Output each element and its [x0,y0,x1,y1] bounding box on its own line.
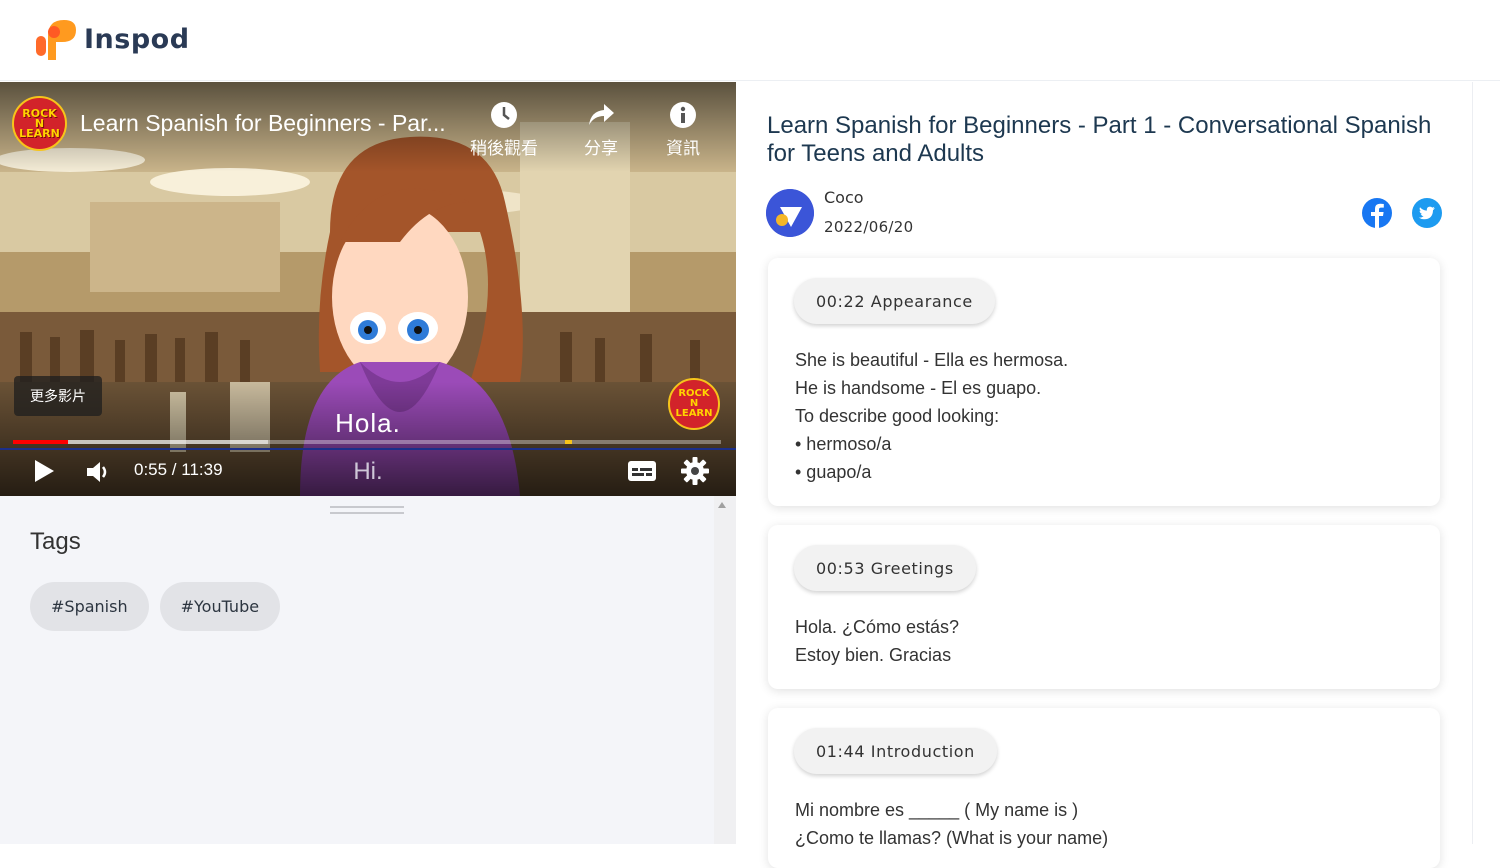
note-card: 00:53 Greetings Hola. ¿Cómo estás? Estoy… [768,525,1440,689]
tags-heading: Tags [30,528,81,555]
top-header: Inspod [0,0,1500,81]
author-name[interactable]: Coco [824,188,864,207]
note-card: 01:44 Introduction Mi nombre es _____ ( … [768,708,1440,868]
progress-chapter-marker [565,440,573,444]
video-panel: ROCK N LEARN Learn Spanish for Beginners… [0,82,736,844]
volume-icon[interactable] [84,458,112,486]
note-line: Mi nombre es _____ ( My name is ) [795,800,1079,820]
watch-later-button[interactable]: 稍後觀看 [470,100,538,159]
note-line: He is handsome - El es guapo. [795,378,1042,398]
share-label: 分享 [584,139,618,159]
watch-later-label: 稍後觀看 [470,139,538,159]
twitter-icon[interactable] [1411,197,1443,229]
note-card: 00:22 Appearance She is beautiful - Ella… [768,258,1440,506]
drag-handle[interactable] [330,506,404,514]
timestamp-chip[interactable]: 01:44 Introduction [794,728,997,774]
subtitles-icon[interactable] [626,458,658,484]
tag-chip[interactable]: #Spanish [30,582,149,631]
video-time: 0:55 / 11:39 [134,460,223,479]
note-text: Hola. ¿Cómo estás? Estoy bien. Gracias [795,613,959,669]
author-avatar[interactable] [766,189,814,237]
info-icon [670,102,696,128]
channel-logo[interactable]: ROCK N LEARN [12,96,67,151]
progress-played [13,440,69,444]
subtitle-spanish: Hola. [335,408,401,438]
brand-name: Inspod [84,23,190,55]
brand-logo[interactable]: Inspod [34,16,190,62]
right-scroll-edge [1472,82,1473,844]
left-scrollbar[interactable] [714,496,736,844]
timestamp-chip[interactable]: 00:22 Appearance [794,278,995,324]
video-player[interactable]: ROCK N LEARN Learn Spanish for Beginners… [0,82,736,496]
player-divider [0,448,736,450]
progress-bar[interactable] [13,440,721,444]
tag-chip[interactable]: #YouTube [159,582,281,631]
tags-list: #Spanish #YouTube [30,582,281,631]
scroll-up-arrow-icon[interactable] [718,502,726,508]
post-title: Learn Spanish for Beginners - Part 1 - C… [767,112,1432,167]
note-line: To describe good looking: [795,406,1000,426]
note-line: • hermoso/a [795,434,892,454]
facebook-icon[interactable] [1361,197,1393,229]
note-text: She is beautiful - Ella es hermosa. He i… [795,346,1068,486]
gear-icon[interactable] [680,456,710,486]
share-button[interactable]: 分享 [584,100,618,159]
play-icon[interactable] [30,456,58,486]
post-date: 2022/06/20 [824,218,914,236]
share-icon [589,104,614,125]
note-line: Hola. ¿Cómo estás? [795,617,960,637]
note-line: ¿Como te llamas? (What is your name) [795,828,1109,848]
channel-logo-text-3: LEARN [19,126,60,140]
info-button[interactable]: 資訊 [666,100,700,159]
note-line: Estoy bien. Gracias [795,645,952,665]
clock-icon [491,102,517,128]
video-title[interactable]: Learn Spanish for Beginners - Par... [80,110,452,137]
notes-panel: Learn Spanish for Beginners - Part 1 - C… [736,82,1500,868]
note-line: • guapo/a [795,462,872,482]
note-line: She is beautiful - Ella es hermosa. [795,350,1069,370]
info-label: 資訊 [666,139,700,159]
inspod-logo-icon [36,20,76,60]
timestamp-chip[interactable]: 00:53 Greetings [794,545,976,591]
